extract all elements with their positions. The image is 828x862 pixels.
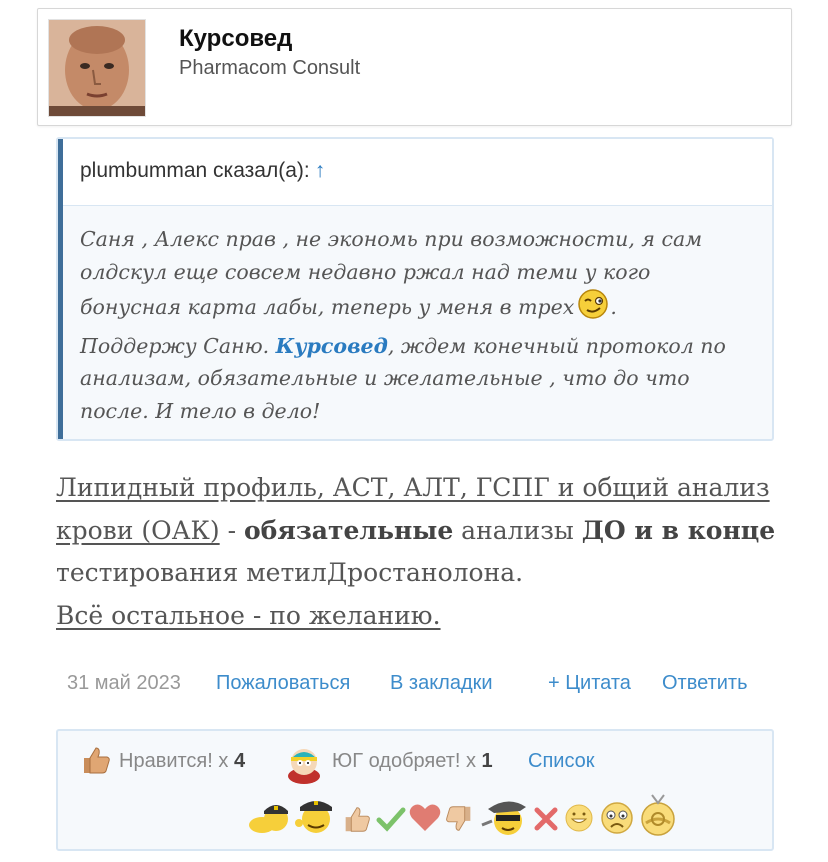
bandit-face-icon[interactable]: [480, 795, 528, 842]
quote-author: plumbumman сказал(а): ↑: [80, 159, 325, 183]
thumbs-down-icon[interactable]: [444, 803, 476, 840]
user-title: Pharmacom Consult: [179, 57, 361, 79]
approve-count: 1: [481, 750, 493, 772]
like-label-wrap: Нравится! x 4: [119, 750, 245, 773]
avatar[interactable]: [48, 19, 146, 117]
police-face-icon[interactable]: [294, 797, 336, 840]
like-label: Нравится! x: [119, 750, 229, 772]
likes-row: Нравится! x 4 ЮГ одобряет! x 1 Список: [58, 731, 772, 791]
cross-icon[interactable]: [532, 805, 560, 838]
message-text: тестирования метилДростанолона.: [56, 558, 524, 587]
user-mention-link[interactable]: Курсовед: [276, 334, 388, 358]
wink-smiley-icon: [576, 288, 610, 330]
quote-button[interactable]: + Цитата: [548, 672, 631, 695]
message-bold-text: обязательные: [244, 515, 454, 545]
user-card: Курсовед Pharmacom Consult: [37, 8, 792, 126]
message-text: -: [219, 515, 244, 545]
likes-summary: Нравится! x 4 ЮГ одобряет! x 1 Список: [56, 729, 774, 851]
quote-body: Саня , Алекс прав , не экономь при возмо…: [58, 205, 772, 439]
post-date[interactable]: 31 май 2023: [67, 672, 181, 695]
quote-line: Поддержу Саню.: [80, 333, 276, 358]
quote-line: Саня , Алекс прав , не экономь при возмо…: [80, 227, 703, 251]
quote-line: .: [610, 295, 617, 319]
quote-line: анализам, обязательные и желательные , ч…: [80, 366, 690, 390]
quote-text: Саня , Алекс прав , не экономь при возмо…: [80, 223, 760, 427]
quote-line: , ждем конечный протокол по: [387, 333, 726, 358]
like-count: 4: [233, 750, 246, 772]
smile-icon[interactable]: [564, 803, 594, 838]
thumbs-up-icon[interactable]: [340, 803, 372, 840]
quote-line: бонусная карта лабы, теперь у меня в тре…: [80, 295, 575, 319]
cartman-icon: [284, 745, 324, 791]
message-bold-text: ДО и в конце: [581, 515, 776, 545]
checkmark-icon[interactable]: [376, 805, 406, 838]
quote-line: после. И тело в дело!: [80, 398, 321, 423]
quote-header: plumbumman сказал(а): ↑: [58, 139, 772, 206]
bookmark-link[interactable]: В закладки: [390, 672, 493, 695]
message-text: анализы: [453, 515, 582, 545]
sad-face-icon[interactable]: [600, 801, 634, 840]
quote-jump-link[interactable]: ↑: [315, 159, 326, 182]
post-message: Липидный профиль, АСТ, АЛТ, ГСПГ и общий…: [56, 467, 786, 637]
approve-label: ЮГ одобряет! x: [332, 750, 476, 772]
approve-label-wrap: ЮГ одобряет! x 1: [332, 750, 493, 773]
report-link[interactable]: Пожаловаться: [216, 672, 350, 695]
quote-line: олдскул еще совсем недавно ржал над теми…: [80, 259, 651, 284]
quote-author-name: plumbumman сказал(а):: [80, 159, 310, 182]
trumpet-face-icon[interactable]: [638, 793, 678, 842]
police-face-icon[interactable]: [248, 801, 290, 842]
likes-list-link[interactable]: Список: [528, 750, 595, 773]
reply-button[interactable]: Ответить: [662, 672, 748, 695]
thumbs-up-icon: [78, 743, 112, 783]
username[interactable]: Курсовед: [179, 25, 292, 53]
heart-icon[interactable]: [408, 803, 442, 838]
quote-block: plumbumman сказал(а): ↑ Саня , Алекс прав…: [56, 137, 774, 441]
message-underlined-text: Всё остальное - по желанию.: [56, 600, 441, 630]
